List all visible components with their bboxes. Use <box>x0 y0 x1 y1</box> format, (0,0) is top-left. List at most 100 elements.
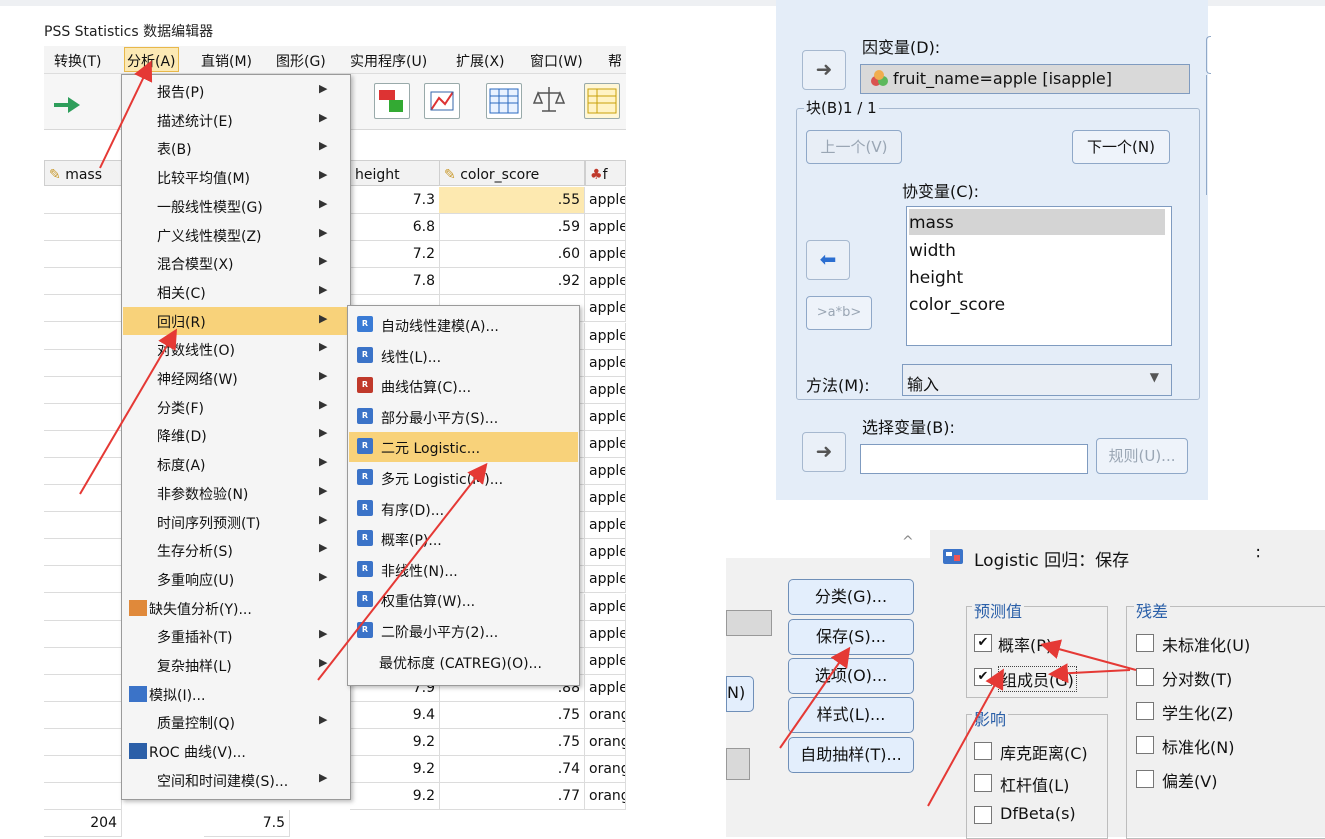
table-cell[interactable]: .74 <box>439 756 585 784</box>
analyze-menu-item[interactable]: 描述统计(E) ▶ <box>123 106 349 134</box>
analyze-menu-item[interactable]: 复杂抽样(L) ▶ <box>123 651 349 679</box>
column-header[interactable]: ✎ color_score <box>439 160 585 186</box>
table-cell[interactable]: apple <box>585 539 626 567</box>
chart-builder-icon[interactable] <box>424 83 460 119</box>
analyze-menu-item[interactable]: 标度(A) ▶ <box>123 450 349 478</box>
leverage-checkbox[interactable] <box>974 774 992 792</box>
analyze-menu-item[interactable]: ROC 曲线(V)... <box>123 737 349 765</box>
regression-menu-item[interactable]: R 概率(P)... <box>349 524 578 554</box>
table-cell[interactable]: apple <box>585 268 626 296</box>
analyze-menu-item[interactable]: 空间和时间建模(S)... ▶ <box>123 766 349 794</box>
menu-analyze[interactable]: 分析(A) <box>124 47 179 72</box>
analyze-menu-item[interactable]: 相关(C) ▶ <box>123 278 349 306</box>
options-button[interactable]: 选项(O)... <box>788 658 914 694</box>
table-cell[interactable]: orang <box>585 701 626 729</box>
table-cell[interactable]: 9.2 <box>350 783 440 811</box>
table-cell[interactable] <box>44 403 122 431</box>
regression-menu-item[interactable]: R 自动线性建模(A)... <box>349 310 578 340</box>
table-cell[interactable] <box>44 620 122 648</box>
regression-menu-item[interactable]: 最优标度 (CATREG)(O)... <box>349 647 578 677</box>
analyze-menu-item[interactable]: 多重插补(T) ▶ <box>123 622 349 650</box>
table-cell[interactable]: apple <box>585 187 626 214</box>
table-cell[interactable]: 7.2 <box>350 241 440 269</box>
move-covariate-button[interactable]: ⬅ <box>806 240 850 280</box>
table-cell[interactable]: 9.2 <box>350 756 440 784</box>
covariates-list[interactable]: mass width height color_score <box>906 206 1172 346</box>
selection-field[interactable] <box>860 444 1088 474</box>
analyze-menu-item[interactable]: 广义线性模型(Z) ▶ <box>123 221 349 249</box>
split-file-icon[interactable] <box>584 83 620 119</box>
menu-graphs[interactable]: 图形(G) <box>276 51 326 71</box>
bootstrap-button[interactable]: 自助抽样(T)... <box>788 737 914 773</box>
regression-menu-item[interactable]: R 线性(L)... <box>349 341 578 371</box>
table-cell[interactable] <box>44 593 122 621</box>
table-cell[interactable] <box>44 701 122 729</box>
table-cell[interactable] <box>44 647 122 675</box>
regression-menu-item[interactable]: R 二阶最小平方(2)... <box>349 616 578 646</box>
table-cell[interactable] <box>44 539 122 567</box>
analyze-menu-item[interactable]: 对数线性(O) ▶ <box>123 335 349 363</box>
table-cell[interactable] <box>44 485 122 513</box>
table-cell[interactable]: 204 <box>44 810 122 838</box>
analyze-menu-item[interactable]: 神经网络(W) ▶ <box>123 364 349 392</box>
table-cell[interactable]: orang <box>585 729 626 756</box>
rule-button[interactable]: 规则(U)... <box>1096 438 1188 474</box>
table-cell[interactable]: apple <box>585 403 626 431</box>
table-cell[interactable] <box>44 322 122 350</box>
table-cell[interactable]: orang <box>585 783 626 811</box>
table-cell[interactable] <box>44 241 122 269</box>
menu-direct-marketing[interactable]: 直销(M) <box>201 51 252 71</box>
covariate-item[interactable]: mass <box>909 213 954 233</box>
analyze-menu-item[interactable]: 时间序列预测(T) ▶ <box>123 508 349 536</box>
table-cell[interactable]: apple <box>585 430 626 458</box>
covariate-item[interactable]: height <box>909 268 963 288</box>
table-cell[interactable] <box>44 376 122 404</box>
table-cell[interactable]: apple <box>585 322 626 350</box>
table-cell[interactable]: apple <box>585 295 626 323</box>
table-cell[interactable] <box>44 566 122 594</box>
table-cell[interactable]: apple <box>585 593 626 621</box>
column-header[interactable]: ♣f <box>585 160 626 186</box>
table-cell[interactable]: orang <box>585 756 626 784</box>
table-cell[interactable]: .60 <box>439 241 585 269</box>
interaction-button[interactable]: >a*b> <box>806 296 872 330</box>
dfbeta-checkbox[interactable] <box>974 806 992 824</box>
analyze-menu-item[interactable]: 回归(R) ▶ <box>123 306 349 335</box>
regression-menu-item[interactable]: R 权重估算(W)... <box>349 585 578 615</box>
table-cell[interactable]: .59 <box>439 214 585 242</box>
table-cell[interactable] <box>44 729 122 756</box>
deviance-checkbox[interactable] <box>1136 770 1154 788</box>
table-cell[interactable]: apple <box>585 566 626 594</box>
table-cell[interactable]: 9.2 <box>350 729 440 756</box>
save-button[interactable]: 保存(S)... <box>788 619 914 655</box>
move-dependent-button[interactable]: ➜ <box>802 50 846 90</box>
table-cell[interactable]: .55 <box>439 187 585 214</box>
regression-menu-item[interactable]: R 有序(D)... <box>349 494 578 524</box>
analyze-menu-item[interactable]: 分类(F) ▶ <box>123 393 349 421</box>
variable-stats-icon[interactable] <box>374 83 410 119</box>
table-cell[interactable]: apple <box>585 349 626 377</box>
table-cell[interactable] <box>44 458 122 485</box>
covariate-item[interactable]: width <box>909 241 956 261</box>
menu-help[interactable]: 帮 <box>608 51 622 71</box>
table-cell[interactable] <box>44 783 122 811</box>
weight-scale-icon[interactable] <box>532 83 566 117</box>
logit-checkbox[interactable] <box>1136 668 1154 686</box>
table-cell[interactable] <box>44 214 122 242</box>
table-cell[interactable] <box>44 512 122 540</box>
regression-menu-item[interactable]: R 非线性(N)... <box>349 555 578 585</box>
table-cell[interactable]: apple <box>585 376 626 404</box>
analyze-menu-item[interactable]: 混合模型(X) ▶ <box>123 249 349 277</box>
column-header[interactable]: ✎ mass <box>44 160 122 186</box>
table-cell[interactable]: apple <box>585 458 626 485</box>
table-cell[interactable] <box>44 674 122 702</box>
cooks-distance-checkbox[interactable] <box>974 742 992 760</box>
table-cell[interactable]: 9.4 <box>350 701 440 729</box>
table-cell[interactable] <box>44 187 122 214</box>
table-cell[interactable] <box>44 295 122 323</box>
table-cell[interactable]: apple <box>585 485 626 513</box>
unstandardized-checkbox[interactable] <box>1136 634 1154 652</box>
previous-block-button[interactable]: 上一个(V) <box>806 130 902 164</box>
table-cell[interactable]: .77 <box>439 783 585 811</box>
style-button[interactable]: 样式(L)... <box>788 697 914 733</box>
